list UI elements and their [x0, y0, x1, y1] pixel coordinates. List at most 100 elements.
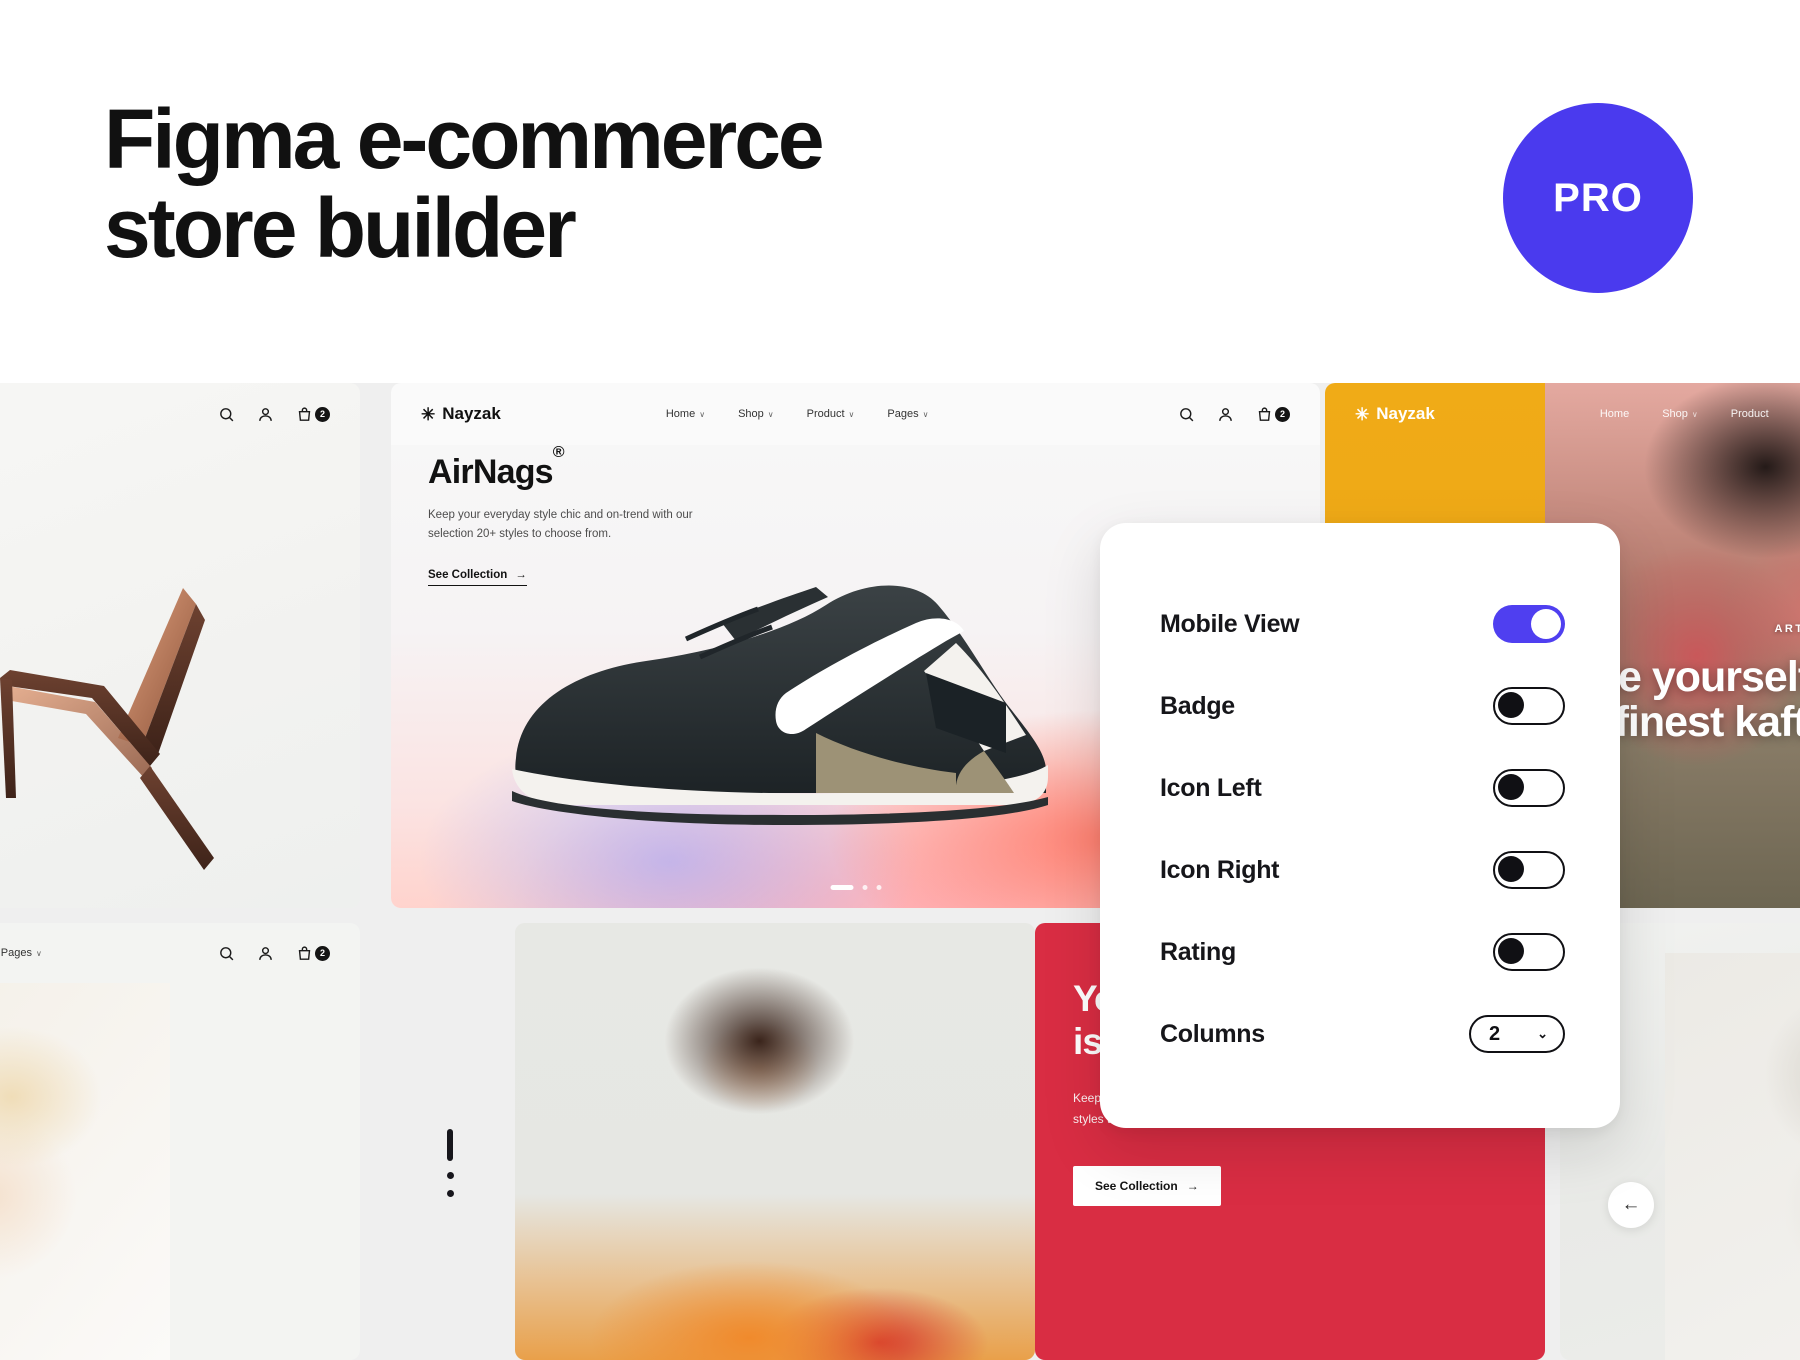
setting-label-icon-right: Icon Right — [1160, 855, 1280, 884]
pro-badge-label: PRO — [1553, 175, 1643, 220]
user-icon[interactable] — [257, 945, 274, 962]
nav-link-home[interactable]: Home ∨ — [666, 408, 705, 420]
search-icon[interactable] — [218, 406, 235, 423]
toggle-knob — [1531, 609, 1561, 639]
setting-row-columns: Columns 2 ⌄ — [1160, 993, 1565, 1075]
nav-link-shop[interactable]: Shop ∨ — [738, 408, 774, 420]
chair-product-image — [0, 588, 214, 870]
chevron-down-icon: ∨ — [35, 948, 42, 958]
pro-badge: PRO — [1503, 103, 1693, 293]
settings-panel: Mobile View Badge Icon Left Icon Right R… — [1100, 523, 1620, 1128]
toggle-mobile-view[interactable] — [1493, 605, 1565, 643]
chevron-down-icon: ∨ — [699, 409, 706, 419]
model-photo-floral — [515, 923, 1035, 1360]
nav-link-product[interactable]: Product ∨ — [807, 408, 855, 420]
setting-label-badge: Badge — [1160, 691, 1235, 720]
cart-icon[interactable] — [296, 406, 313, 423]
asterisk-icon: ✳ — [421, 404, 436, 424]
cart-badge: 2 — [315, 945, 330, 961]
hero-carousel-indicator[interactable] — [830, 885, 881, 890]
hero-nav-icons: 2 — [1178, 406, 1290, 423]
hero-nav-links: Home ∨ Shop ∨ Product ∨ Pages ∨ — [666, 408, 929, 420]
chevron-down-icon: ∨ — [848, 409, 855, 419]
brand-name: Nayzak — [442, 404, 501, 423]
drag-handle-dot — [446, 1190, 454, 1197]
hero-title: AirNags® — [428, 444, 728, 492]
nav-link-pages[interactable]: Pages ∨ — [1, 947, 42, 959]
see-collection-label: See Collection — [1095, 1179, 1178, 1193]
brand-logo[interactable]: ✳ Nayzak — [421, 404, 501, 424]
carousel-dot[interactable] — [876, 885, 881, 890]
brand-name: Nayzak — [1376, 404, 1435, 423]
search-icon[interactable] — [1178, 406, 1195, 423]
nav-link-label: Pages — [0, 947, 32, 959]
nav-link-label: Product — [806, 408, 845, 420]
storefront-card-portrait[interactable]: Product ∨ Pages ∨ 2 — [0, 923, 360, 1360]
arrow-left-icon: ← — [1621, 1194, 1641, 1215]
hero-card-nav: ✳ Nayzak Home ∨ Shop ∨ Product ∨ Pages ∨… — [391, 383, 1320, 445]
user-icon[interactable] — [1217, 406, 1234, 423]
cart-group[interactable]: 2 — [296, 945, 330, 962]
yellow-nav-links: Home Shop ∨ Product — [1600, 408, 1769, 420]
cart-badge: 2 — [1275, 406, 1290, 422]
hero-subtitle: Keep your everyday style chic and on-tre… — [428, 509, 693, 540]
select-columns-value: 2 — [1489, 1022, 1501, 1045]
setting-label-rating: Rating — [1160, 937, 1236, 966]
select-columns[interactable]: 2 ⌄ — [1469, 1015, 1565, 1053]
chevron-down-icon: ⌄ — [1537, 1026, 1548, 1041]
cart-icon[interactable] — [296, 945, 313, 962]
shoe-product-image — [512, 585, 1048, 825]
toggle-badge[interactable] — [1493, 687, 1565, 725]
cart-group[interactable]: 2 — [296, 406, 330, 423]
setting-label-columns: Columns — [1160, 1019, 1265, 1048]
nav-link-label: Shop — [738, 408, 764, 420]
portrait-card-nav: Product ∨ Pages ∨ 2 — [0, 923, 360, 983]
setting-row-rating: Rating — [1160, 911, 1565, 993]
portrait-nav-links: Product ∨ Pages ∨ — [0, 947, 42, 959]
brand-logo[interactable]: ✳ Nayzak — [1355, 404, 1435, 424]
chevron-down-icon: ∨ — [922, 409, 929, 419]
drag-handle-dot — [446, 1172, 454, 1179]
toggle-knob — [1498, 938, 1524, 964]
toggle-icon-left[interactable] — [1493, 769, 1565, 807]
setting-row-icon-left: Icon Left — [1160, 747, 1565, 829]
toggle-knob — [1498, 856, 1524, 882]
toggle-icon-right[interactable] — [1493, 851, 1565, 889]
model-photo-right — [1665, 953, 1800, 1360]
yellow-eyebrow-label: ARTISAN FABRIC — [1774, 623, 1800, 635]
carousel-dot[interactable] — [862, 885, 867, 890]
setting-label-mobile-view: Mobile View — [1160, 609, 1300, 638]
cart-group[interactable]: 2 — [1256, 406, 1290, 423]
user-icon[interactable] — [257, 406, 274, 423]
nav-link-label: Pages — [887, 408, 919, 420]
see-collection-button[interactable]: See Collection → — [1073, 1166, 1221, 1206]
search-icon[interactable] — [218, 945, 235, 962]
setting-row-badge: Badge — [1160, 665, 1565, 747]
portrait-nav-icons: 2 — [218, 945, 330, 962]
toggle-knob — [1498, 774, 1524, 800]
drag-handle[interactable] — [445, 1129, 455, 1197]
hero-title-text: AirNags — [428, 453, 554, 491]
storefront-card-woman[interactable] — [515, 923, 1035, 1360]
cart-icon[interactable] — [1256, 406, 1273, 423]
toggle-rating[interactable] — [1493, 933, 1565, 971]
setting-label-icon-left: Icon Left — [1160, 773, 1262, 802]
nav-link-label: Home — [1599, 408, 1630, 420]
storefront-card-chair[interactable]: Pages ∨ 2 — [0, 383, 360, 908]
carousel-dot-active[interactable] — [830, 885, 853, 890]
nav-link-label: Product — [1730, 408, 1769, 420]
arrow-right-icon: → — [1186, 1179, 1199, 1193]
drag-handle-bar — [447, 1129, 453, 1161]
carousel-prev-button[interactable]: ← — [1608, 1182, 1654, 1228]
nav-link-product[interactable]: Product — [1731, 408, 1769, 420]
nav-link-pages[interactable]: Pages ∨ — [887, 408, 928, 420]
setting-row-mobile-view: Mobile View — [1160, 583, 1565, 665]
asterisk-icon: ✳ — [1355, 404, 1370, 424]
chevron-down-icon: ∨ — [1691, 409, 1698, 419]
chair-card-nav: Pages ∨ 2 — [0, 383, 360, 445]
nav-link-home[interactable]: Home — [1600, 408, 1629, 420]
toggle-knob — [1498, 692, 1524, 718]
nav-link-label: Home — [665, 408, 696, 420]
page-title: Figma e-commerce store builder — [104, 92, 825, 276]
nav-link-shop[interactable]: Shop ∨ — [1662, 408, 1698, 420]
